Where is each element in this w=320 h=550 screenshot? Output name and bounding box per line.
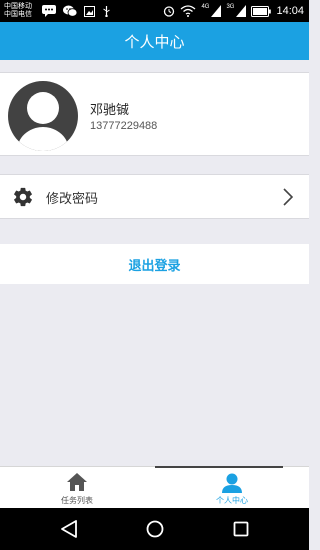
wifi-icon bbox=[180, 2, 196, 21]
carrier-label-2: 中国电信 bbox=[4, 10, 32, 18]
chevron-right-icon bbox=[283, 188, 294, 210]
person-silhouette-icon bbox=[17, 92, 69, 151]
user-phone: 13777229488 bbox=[90, 120, 158, 132]
page-title: 个人中心 bbox=[124, 32, 185, 51]
network-3g-label: 3G bbox=[226, 4, 235, 10]
home-icon bbox=[66, 472, 88, 496]
change-password-item[interactable]: 修改密码 bbox=[0, 174, 309, 219]
recent-apps-icon[interactable] bbox=[232, 519, 250, 543]
clock: 14:04 bbox=[276, 5, 304, 17]
tab-task-list[interactable]: 任务列表 bbox=[0, 467, 154, 509]
user-name: 邓驰铖 bbox=[90, 103, 130, 118]
notification-icons bbox=[42, 4, 111, 18]
usb-icon bbox=[102, 5, 111, 17]
tab-personal-center-label: 个人中心 bbox=[216, 496, 248, 505]
signal-icon bbox=[211, 2, 222, 21]
home-circle-icon[interactable] bbox=[145, 519, 165, 543]
back-icon[interactable] bbox=[60, 519, 78, 543]
signal-icon-2 bbox=[236, 2, 247, 21]
logout-row[interactable]: 退出登录 bbox=[0, 244, 309, 284]
message-icon bbox=[42, 5, 56, 17]
tab-task-list-label: 任务列表 bbox=[61, 496, 93, 505]
app-header: 个人中心 bbox=[0, 22, 309, 60]
tab-personal-center[interactable]: 个人中心 bbox=[155, 467, 309, 509]
alarm-icon bbox=[163, 2, 175, 21]
image-icon bbox=[84, 5, 95, 17]
network-4g-label: 4G bbox=[201, 4, 210, 10]
battery-icon bbox=[251, 2, 272, 21]
status-right: 4G 3G 14:04 bbox=[163, 4, 304, 18]
system-nav-bar bbox=[0, 508, 309, 550]
status-bar: 中国移动 中国电信 4G 3G 14:04 bbox=[0, 0, 309, 22]
carrier-label-1: 中国移动 bbox=[4, 2, 32, 10]
bottom-tab-bar: 任务列表 个人中心 bbox=[0, 466, 309, 508]
change-password-label: 修改密码 bbox=[46, 192, 99, 207]
gear-icon bbox=[12, 186, 34, 212]
wechat-icon bbox=[63, 5, 77, 17]
logout-button[interactable]: 退出登录 bbox=[128, 255, 180, 274]
profile-card[interactable]: 邓驰铖 13777229488 bbox=[0, 72, 309, 156]
carrier-info: 中国移动 中国电信 bbox=[4, 2, 32, 18]
avatar[interactable] bbox=[8, 81, 78, 151]
